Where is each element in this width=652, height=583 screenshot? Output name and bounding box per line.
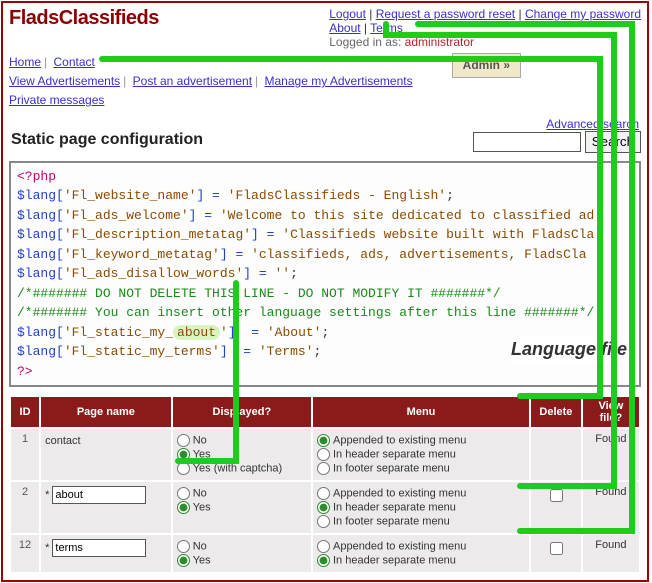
radio-yes[interactable]: Yes: [177, 554, 307, 567]
radio-menu-app[interactable]: Appended to existing menu: [317, 487, 525, 500]
static-pages-table: ID Page name Displayed? Menu Delete View…: [9, 395, 641, 574]
delete-checkbox[interactable]: [550, 489, 563, 502]
cell-view-file: Found: [583, 535, 639, 572]
radio-menu-hdr[interactable]: In header separate menu: [317, 554, 525, 567]
code-about-highlight: about: [173, 325, 220, 340]
radio-menu-ftr[interactable]: In footer separate menu: [317, 462, 525, 475]
col-menu: Menu: [313, 397, 529, 427]
radio-menu-hdr[interactable]: In header separate menu: [317, 501, 525, 514]
cell-id: 12: [11, 535, 39, 572]
cell-delete: [531, 429, 581, 480]
cell-menu: Appended to existing menuIn header separ…: [313, 482, 529, 533]
cell-displayed: NoYes: [173, 535, 311, 572]
primary-nav: Home| Contact Admin » View Advertisement…: [3, 51, 647, 115]
radio-menu-hdr[interactable]: In header separate menu: [317, 448, 525, 461]
table-row: 1contactNoYesYes (with captcha)Appended …: [11, 429, 639, 480]
cell-id: 1: [11, 429, 39, 480]
admin-button[interactable]: Admin »: [452, 53, 521, 78]
header-top-links: Logout | Request a password reset | Chan…: [329, 7, 641, 49]
col-page-name: Page name: [41, 397, 171, 427]
cell-view-file: Found: [583, 482, 639, 533]
cell-id: 2: [11, 482, 39, 533]
language-file-code: <?php $lang['Fl_website_name'] = 'FladsC…: [9, 161, 641, 388]
nav-manage-ads[interactable]: Manage my Advertisements: [265, 74, 413, 88]
nav-home[interactable]: Home: [9, 55, 41, 69]
radio-yc[interactable]: Yes (with captcha): [177, 462, 307, 475]
cell-displayed: NoYes: [173, 482, 311, 533]
radio-menu-app[interactable]: Appended to existing menu: [317, 540, 525, 553]
col-id: ID: [11, 397, 39, 427]
search-button[interactable]: Search: [585, 131, 641, 153]
nav-post-ad[interactable]: Post an advertisement: [133, 74, 252, 88]
change-password-link[interactable]: Change my password: [525, 7, 641, 21]
cell-menu: Appended to existing menuIn header separ…: [313, 429, 529, 480]
logout-link[interactable]: Logout: [329, 7, 366, 21]
delete-checkbox[interactable]: [550, 542, 563, 555]
cell-menu: Appended to existing menuIn header separ…: [313, 535, 529, 572]
col-view-file: View file?: [583, 397, 639, 427]
about-link[interactable]: About: [329, 21, 360, 35]
page-name-text: contact: [45, 433, 167, 449]
col-delete: Delete: [531, 397, 581, 427]
radio-no[interactable]: No: [177, 487, 307, 500]
radio-yes[interactable]: Yes: [177, 448, 307, 461]
cell-page-name: *: [41, 482, 171, 533]
nav-private-messages[interactable]: Private messages: [9, 93, 104, 107]
cell-page-name: contact: [41, 429, 171, 480]
table-row: 12* NoYesAppended to existing menuIn hea…: [11, 535, 639, 572]
brand-logo: FladsClassifieds: [9, 7, 159, 29]
advanced-search-link[interactable]: Advanced search: [546, 117, 639, 131]
radio-menu-app[interactable]: Appended to existing menu: [317, 434, 525, 447]
cell-delete: [531, 482, 581, 533]
radio-menu-ftr[interactable]: In footer separate menu: [317, 515, 525, 528]
page-name-input[interactable]: [52, 486, 146, 504]
radio-yes[interactable]: Yes: [177, 501, 307, 514]
radio-no[interactable]: No: [177, 434, 307, 447]
nav-contact[interactable]: Contact: [53, 55, 94, 69]
col-displayed: Displayed?: [173, 397, 311, 427]
cell-view-file: Found: [583, 429, 639, 480]
search-input[interactable]: [473, 132, 581, 152]
language-file-label: Language file: [511, 336, 627, 363]
cell-delete: [531, 535, 581, 572]
page-name-input[interactable]: [52, 539, 146, 557]
cell-displayed: NoYesYes (with captcha): [173, 429, 311, 480]
search-row: Search: [467, 131, 647, 157]
reset-password-link[interactable]: Request a password reset: [376, 7, 515, 21]
nav-view-ads[interactable]: View Advertisements: [9, 74, 120, 88]
logged-in-status: Logged in as: administrator: [329, 35, 641, 49]
radio-no[interactable]: No: [177, 540, 307, 553]
table-row: 2* NoYesAppended to existing menuIn head…: [11, 482, 639, 533]
terms-link[interactable]: Terms: [370, 21, 403, 35]
cell-page-name: *: [41, 535, 171, 572]
